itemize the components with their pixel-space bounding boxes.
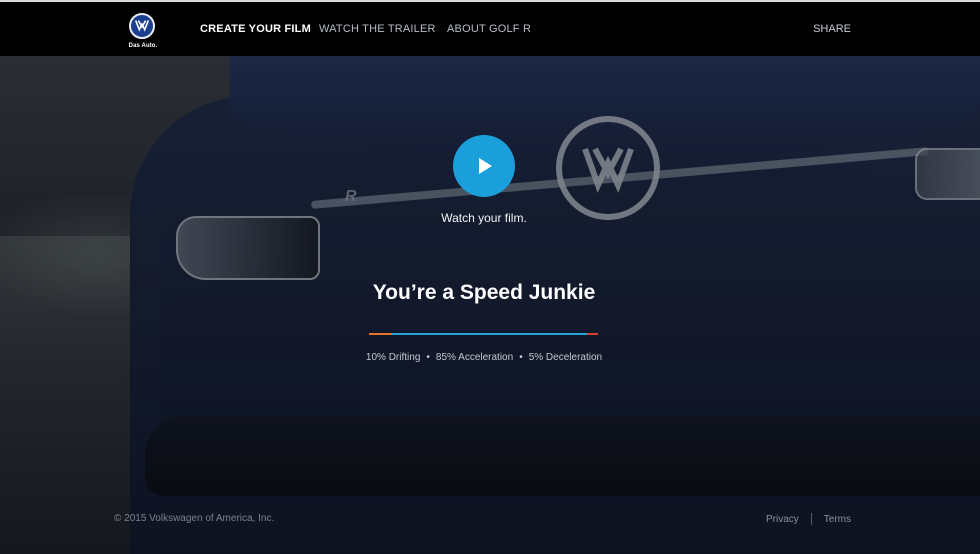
copyright-text: © 2015 Volkswagen of America, Inc. — [114, 513, 275, 524]
footer-divider — [810, 513, 812, 525]
stat-acceleration: 85% Acceleration — [435, 352, 514, 363]
hero-background: R — [0, 56, 980, 554]
result-stats: 10% Drifting • 85% Acceleration • 5% Deceler… — [284, 352, 684, 363]
nav-watch-the-trailer[interactable]: WATCH THE TRAILER — [319, 23, 436, 35]
vw-logo[interactable]: Das Auto. — [127, 13, 157, 49]
nav-about-golf-r[interactable]: ABOUT GOLF R — [447, 23, 531, 35]
result-bar-segment-acceleration — [391, 333, 587, 335]
share-link[interactable]: SHARE — [813, 23, 851, 35]
footer-links: Privacy Terms — [766, 513, 851, 525]
stat-separator-dot: • — [519, 352, 523, 363]
vw-logo-icon — [129, 13, 155, 39]
stat-separator-dot: • — [426, 352, 430, 363]
play-caption: Watch your film. — [441, 211, 527, 225]
result-title: You’re a Speed Junkie — [372, 281, 596, 304]
result-bar-segment-drifting — [369, 333, 392, 335]
result-breakdown-bar — [369, 333, 598, 335]
dark-overlay — [0, 56, 980, 554]
play-icon — [479, 158, 492, 174]
nav-create-your-film[interactable]: CREATE YOUR FILM — [200, 23, 311, 35]
terms-link[interactable]: Terms — [824, 514, 851, 525]
privacy-link[interactable]: Privacy — [766, 514, 799, 525]
result-bar-segment-deceleration — [586, 333, 598, 335]
top-navigation: Das Auto. CREATE YOUR FILM WATCH THE TRA… — [0, 2, 980, 56]
logo-tagline: Das Auto. — [128, 43, 158, 49]
stat-deceleration: 5% Deceleration — [528, 352, 603, 363]
play-film-button[interactable] — [453, 135, 515, 197]
stat-drifting: 10% Drifting — [365, 352, 421, 363]
